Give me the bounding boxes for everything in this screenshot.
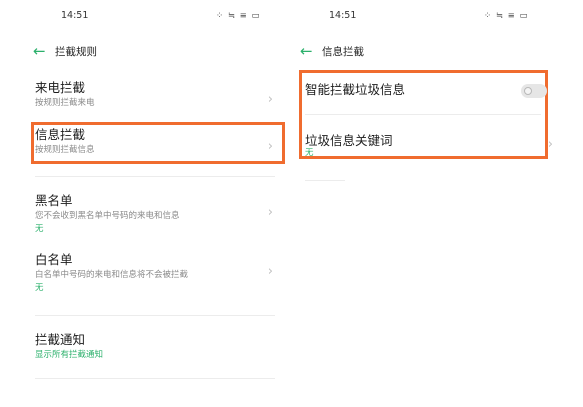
divider bbox=[35, 378, 275, 379]
page-title: 拦截规则 bbox=[55, 45, 97, 58]
spam-keywords-item[interactable]: 垃圾信息关键词 无 › bbox=[305, 133, 555, 159]
item-title: 来电拦截 bbox=[35, 80, 86, 95]
divider bbox=[305, 180, 345, 181]
status-time: 14:51 bbox=[61, 10, 89, 21]
header: ← 拦截规则 bbox=[33, 40, 97, 62]
toggle-knob bbox=[524, 87, 532, 95]
status-icons: ⁘ ≒ ≡ ▭ bbox=[484, 11, 529, 21]
right-screen: 14:51 ⁘ ≒ ≡ ▭ ← 信息拦截 智能拦截垃圾信息 垃圾信息关键词 无 … bbox=[295, 0, 583, 407]
item-title: 智能拦截垃圾信息 bbox=[305, 82, 406, 97]
item-subtitle: 您不会收到黑名单中号码的来电和信息 bbox=[35, 211, 180, 221]
divider bbox=[35, 176, 275, 177]
divider bbox=[35, 315, 275, 316]
smart-spam-filter-item[interactable]: 智能拦截垃圾信息 bbox=[305, 82, 555, 104]
status-time: 14:51 bbox=[329, 10, 357, 21]
status-icons: ⁘ ≒ ≡ ▭ bbox=[216, 11, 261, 21]
page-title: 信息拦截 bbox=[322, 45, 364, 58]
chevron-right-icon: › bbox=[267, 92, 273, 107]
chevron-right-icon: › bbox=[267, 264, 273, 279]
highlight-box bbox=[31, 122, 285, 164]
item-subtitle: 按规则拦截来电 bbox=[35, 98, 95, 108]
chevron-right-icon: › bbox=[547, 137, 553, 152]
smart-spam-toggle[interactable] bbox=[521, 84, 547, 98]
whitelist-item[interactable]: 白名单 白名单中号码的来电和信息将不会被拦截 无 › bbox=[35, 252, 275, 296]
back-arrow-icon[interactable]: ← bbox=[33, 43, 55, 59]
header: ← 信息拦截 bbox=[300, 40, 364, 62]
item-subtitle: 白名单中号码的来电和信息将不会被拦截 bbox=[35, 270, 189, 280]
item-status: 无 bbox=[35, 283, 44, 293]
call-blocking-item[interactable]: 来电拦截 按规则拦截来电 › bbox=[35, 80, 275, 116]
block-notification-item[interactable]: 拦截通知 显示所有拦截通知 bbox=[35, 332, 275, 364]
divider bbox=[305, 114, 541, 115]
item-status: 显示所有拦截通知 bbox=[35, 350, 104, 360]
item-title: 拦截通知 bbox=[35, 332, 86, 347]
blacklist-item[interactable]: 黑名单 您不会收到黑名单中号码的来电和信息 无 › bbox=[35, 193, 275, 237]
item-title: 白名单 bbox=[35, 252, 73, 267]
left-screen: 14:51 ⁘ ≒ ≡ ▭ ← 拦截规则 来电拦截 按规则拦截来电 › 信息拦截… bbox=[0, 0, 295, 407]
item-status: 无 bbox=[35, 224, 44, 234]
chevron-right-icon: › bbox=[267, 205, 273, 220]
back-arrow-icon[interactable]: ← bbox=[300, 43, 322, 59]
item-title: 黑名单 bbox=[35, 193, 73, 208]
